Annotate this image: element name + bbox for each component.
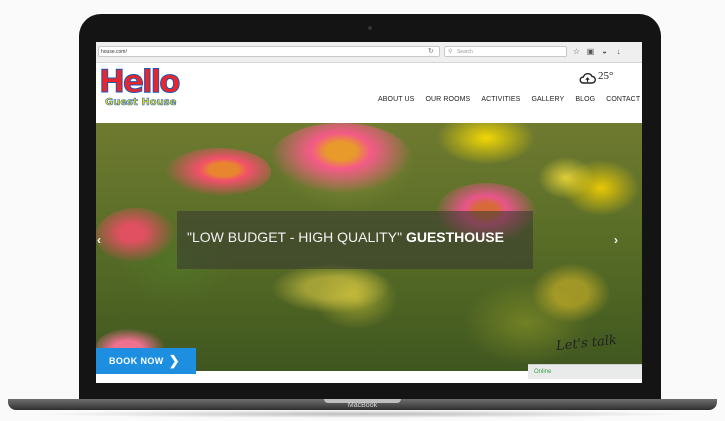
laptop-shadow (30, 410, 695, 418)
nav-our-rooms[interactable]: OUR ROOMS (425, 96, 470, 108)
nav-blog[interactable]: BLOG (575, 96, 595, 108)
weather-temperature: 25° (598, 70, 614, 82)
reload-icon[interactable]: ↻ (428, 46, 434, 57)
pocket-icon[interactable]: ◒ (600, 46, 609, 57)
bookmark-star-icon[interactable]: ☆ (572, 46, 581, 57)
chat-status-bar[interactable]: Online (528, 364, 642, 379)
main-nav: ABOUT US OUR ROOMS ACTIVITIES GALLERY BL… (378, 96, 642, 108)
flower-decoration (271, 263, 391, 313)
hero-slider: "LOW BUDGET - HIGH QUALITY" GUESTHOUSE ‹… (96, 123, 642, 371)
logo-hello: Hello (99, 64, 182, 101)
nav-contact[interactable]: CONTACT (606, 96, 640, 108)
camera-dot (368, 26, 372, 30)
flower-decoration (96, 208, 176, 263)
reading-list-icon[interactable]: ▣ (586, 46, 595, 57)
browser-toolbar: house.com/ ↻ ⚲ Search ☆ ▣ ◒ ↓ (96, 42, 642, 63)
cloud-icon (579, 73, 596, 84)
flower-decoration (531, 263, 611, 323)
search-icon: ⚲ (448, 49, 453, 55)
download-icon[interactable]: ↓ (614, 46, 623, 57)
book-now-label: BOOK NOW (109, 356, 164, 366)
nav-about-us[interactable]: ABOUT US (378, 96, 414, 108)
slider-prev-arrow[interactable]: ‹ (97, 233, 101, 247)
flower-decoration (271, 123, 411, 193)
slider-next-arrow[interactable]: › (614, 233, 618, 247)
url-bar[interactable]: house.com/ (98, 46, 440, 57)
laptop-screen: house.com/ ↻ ⚲ Search ☆ ▣ ◒ ↓ Hello Gues… (96, 42, 642, 383)
slide-caption: "LOW BUDGET - HIGH QUALITY" GUESTHOUSE (177, 211, 533, 269)
site-header: Hello Guest House 25° ABOUT US OUR ROOMS… (96, 63, 642, 123)
search-placeholder: Search (457, 49, 473, 55)
logo-subtitle: Guest House (105, 97, 177, 109)
slide-headline: "LOW BUDGET - HIGH QUALITY" GUESTHOUSE (187, 229, 504, 245)
site-logo[interactable]: Hello Guest House (99, 64, 183, 114)
nav-activities[interactable]: ACTIVITIES (481, 96, 520, 108)
browser-search-input[interactable]: ⚲ Search (444, 46, 567, 57)
book-now-button[interactable]: BOOK NOW ❯ (96, 348, 196, 374)
nav-gallery[interactable]: GALLERY (531, 96, 564, 108)
flower-decoration (166, 148, 271, 196)
chevron-right-icon: ❯ (168, 353, 180, 368)
device-label: MacBook (347, 402, 378, 409)
top-caption (0, 0, 725, 8)
